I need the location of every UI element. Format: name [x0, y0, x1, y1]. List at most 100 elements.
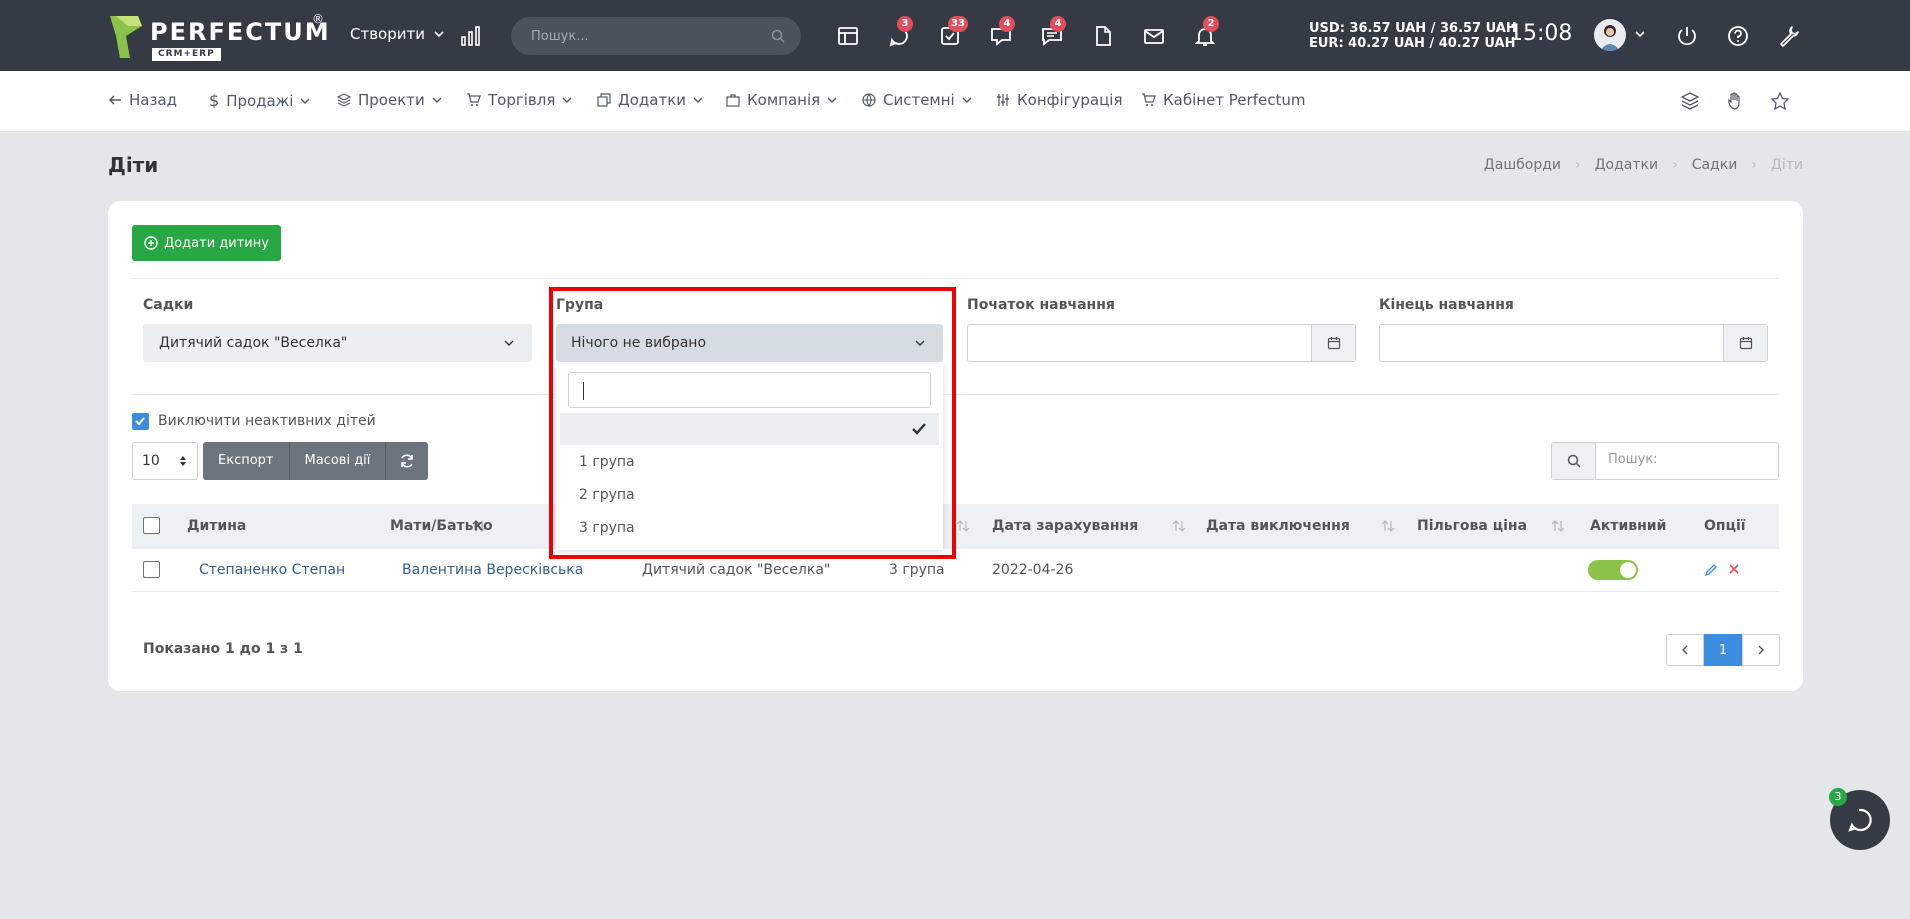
pagination-info: Показано 1 до 1 з 1	[143, 641, 303, 657]
chevron-right-icon	[1758, 645, 1764, 655]
tasks-icon[interactable]: 33	[938, 16, 968, 48]
wrench-icon[interactable]	[1777, 24, 1801, 48]
sort-icon[interactable]	[956, 519, 970, 533]
column-child[interactable]: Дитина	[187, 518, 246, 534]
row-child-link[interactable]: Степаненко Степан	[199, 562, 345, 578]
nav-company[interactable]: Компанія	[726, 91, 837, 109]
currency-usd: USD: 36.57 UAH / 36.57 UAH	[1309, 21, 1517, 36]
briefcase-icon	[726, 94, 740, 107]
bar-chart-icon[interactable]	[460, 25, 482, 47]
nav-config[interactable]: Конфігурація	[996, 91, 1123, 109]
currency-rates: USD: 36.57 UAH / 36.57 UAH EUR: 40.27 UA…	[1309, 21, 1517, 51]
support-chat-button[interactable]: 3	[1829, 788, 1890, 850]
calendar-grid-icon[interactable]	[836, 24, 860, 48]
table-search-input[interactable]	[1608, 452, 1768, 467]
create-menu-button[interactable]: Створити	[350, 25, 444, 43]
nav-cabinet-label: Кабінет Perfectum	[1163, 91, 1306, 109]
currency-eur: EUR: 40.27 UAH / 40.27 UAH	[1309, 36, 1516, 51]
nav-addons[interactable]: Додатки	[597, 91, 703, 109]
end-date-input[interactable]	[1379, 324, 1768, 362]
nav-trade[interactable]: Торгівля	[466, 91, 572, 109]
nav-sales[interactable]: $ Продажі	[209, 91, 310, 110]
mail-icon[interactable]	[1142, 24, 1166, 48]
row-group: 3 група	[889, 562, 945, 578]
pagination-prev[interactable]	[1666, 634, 1704, 666]
chevron-down-icon	[432, 97, 442, 103]
messages-icon[interactable]: 4	[989, 16, 1015, 48]
global-search-input[interactable]	[531, 26, 751, 46]
calendar-icon[interactable]	[1311, 325, 1355, 361]
column-discount[interactable]: Пільгова ціна	[1417, 518, 1527, 534]
exclude-inactive-label[interactable]: Виключити неактивних дітей	[158, 413, 376, 429]
page-title: Діти	[108, 153, 159, 177]
avatar[interactable]	[1594, 19, 1626, 51]
nav-back[interactable]: Назад	[108, 91, 177, 109]
nav-company-label: Компанія	[747, 91, 821, 109]
edit-icon[interactable]	[1704, 563, 1718, 577]
export-button[interactable]: Експорт	[203, 442, 290, 480]
nav-trade-label: Торгівля	[488, 91, 556, 109]
delete-icon[interactable]	[1728, 563, 1740, 575]
logo-text: PERFECTUM	[150, 18, 331, 46]
global-search[interactable]	[511, 17, 801, 55]
column-active[interactable]: Активний	[1590, 518, 1666, 534]
end-date-label: Кінець навчання	[1379, 297, 1514, 313]
exclude-inactive-checkbox[interactable]	[132, 413, 149, 430]
add-child-button[interactable]: Додати дитину	[132, 225, 281, 261]
highlight-frame	[549, 287, 956, 559]
top-bar: PERFECTUM ® CRM+ERP Створити 3 33 4 4	[0, 0, 1910, 71]
nav-system[interactable]: Системні	[862, 91, 972, 109]
comments-icon[interactable]: 4	[1040, 16, 1066, 48]
calendar-icon[interactable]	[1723, 325, 1767, 361]
sort-icon[interactable]	[1172, 519, 1186, 533]
power-icon[interactable]	[1675, 24, 1699, 48]
pagination-next[interactable]	[1742, 634, 1780, 666]
sort-icon[interactable]	[1381, 519, 1395, 533]
breadcrumb-dashboards[interactable]: Дашборди	[1484, 157, 1561, 173]
layers-icon[interactable]	[1679, 90, 1701, 112]
table-search[interactable]	[1551, 442, 1779, 480]
pagination-page[interactable]: 1	[1704, 634, 1742, 666]
table-actions: Експорт Масові дії	[203, 442, 429, 480]
star-icon[interactable]	[1769, 90, 1791, 112]
hand-icon[interactable]	[1724, 90, 1746, 112]
sort-icon[interactable]	[1551, 519, 1565, 533]
breadcrumb-separator: ›	[1672, 157, 1678, 173]
nav-cabinet[interactable]: Кабінет Perfectum	[1141, 91, 1305, 109]
nav-projects[interactable]: Проекти	[337, 91, 442, 109]
nav-sales-label: Продажі	[226, 91, 294, 110]
select-all-checkbox[interactable]	[143, 517, 160, 534]
pagination: 1	[1666, 634, 1780, 666]
row-checkbox[interactable]	[143, 561, 160, 578]
column-enrolled[interactable]: Дата зарахування	[992, 518, 1138, 534]
chat-bubble-icon	[1848, 808, 1872, 832]
chevron-down-icon	[434, 31, 444, 38]
chevron-down-icon[interactable]	[1634, 28, 1646, 40]
kindergarten-filter-label: Садки	[143, 297, 194, 313]
refresh-button[interactable]	[386, 442, 429, 480]
arrow-left-icon	[108, 95, 121, 105]
cart-icon	[1142, 93, 1156, 106]
help-icon[interactable]	[1726, 24, 1750, 48]
breadcrumb-addons[interactable]: Додатки	[1595, 157, 1658, 173]
row-active-toggle[interactable]	[1588, 560, 1638, 580]
column-parent[interactable]: Мати/Батько	[390, 518, 493, 534]
page-length-select[interactable]: 10	[132, 442, 198, 480]
nav-projects-label: Проекти	[358, 91, 425, 109]
chevron-down-icon	[300, 98, 310, 104]
column-excluded[interactable]: Дата виключення	[1206, 518, 1350, 534]
sliders-icon	[997, 94, 1009, 106]
start-date-input[interactable]	[967, 324, 1356, 362]
row-parent-link[interactable]: Валентина Вересківська	[402, 562, 583, 578]
document-icon[interactable]	[1091, 24, 1115, 48]
breadcrumb-kindergartens[interactable]: Садки	[1692, 157, 1738, 173]
chat-icon[interactable]: 3	[887, 16, 913, 48]
bulk-actions-button[interactable]: Масові дії	[289, 442, 387, 480]
bell-icon[interactable]: 2	[1193, 16, 1219, 48]
check-icon	[135, 417, 145, 426]
search-icon[interactable]	[771, 29, 785, 43]
kindergarten-select[interactable]: Дитячий садок "Веселка"	[143, 324, 532, 362]
logo[interactable]: PERFECTUM ® CRM+ERP	[108, 12, 329, 62]
logo-subtitle: CRM+ERP	[152, 48, 221, 61]
chevron-down-icon	[827, 97, 837, 103]
